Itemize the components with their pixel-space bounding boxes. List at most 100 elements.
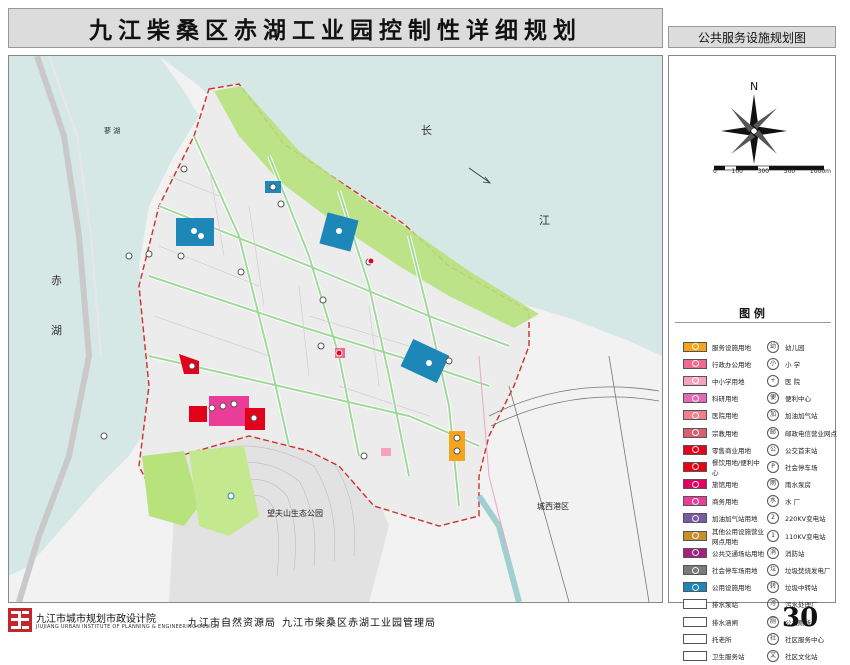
legend-item: 行政办公用地 <box>683 355 765 372</box>
legend-label: 加油加气站 <box>785 412 818 421</box>
scale-tick: 500 <box>783 168 796 175</box>
facility-marker[interactable] <box>188 362 196 370</box>
legend-swatch <box>683 410 707 421</box>
legend-label: 零售商业用地 <box>712 446 751 455</box>
legend-label: 服务设施用地 <box>712 343 751 352</box>
legend-symbol-icon: 水 <box>767 495 779 508</box>
facility-marker[interactable] <box>227 492 235 500</box>
legend-symbol-icon: 幼 <box>767 340 779 353</box>
legend-swatch <box>683 547 707 558</box>
facility-marker[interactable] <box>250 414 258 422</box>
legend-item: 垃垃圾焚烧发电厂 <box>765 561 847 578</box>
legend-label: 社会停车场用地 <box>712 567 758 576</box>
legend-divider <box>675 322 831 323</box>
legend-item: 2 220KV变电站 <box>765 510 847 527</box>
legend-item: 加油加气站用地 <box>683 510 765 527</box>
legend-symbol-icon: 便 <box>767 392 779 405</box>
legend-item: 医院用地 <box>683 407 765 424</box>
facility-marker[interactable] <box>453 447 461 455</box>
institute-logo-icon <box>8 608 32 632</box>
facility-marker[interactable] <box>445 357 453 365</box>
facility-marker[interactable] <box>453 434 461 442</box>
facility-marker[interactable] <box>335 349 343 357</box>
scale-tick: 100 <box>731 168 743 175</box>
facility-marker[interactable] <box>269 183 277 191</box>
legend-label: 便利中心 <box>785 395 811 404</box>
legend-item: 邮邮政电信营业网点 <box>765 424 847 441</box>
legend-swatch <box>683 496 707 507</box>
legend-label: 垃圾中转站 <box>785 584 818 593</box>
legend-label: 社区服务中心 <box>785 635 824 644</box>
label-chang: 长 <box>421 124 432 137</box>
scale-labels: 0 100 300 500 1000m <box>713 168 831 175</box>
legend-swatch <box>683 650 707 661</box>
legend-item: 零售商业用地 <box>683 441 765 458</box>
facility-marker[interactable] <box>197 232 205 240</box>
legend-symbol-icon: 转 <box>767 581 779 594</box>
legend-symbol-icon: 小 <box>767 357 779 370</box>
legend-symbol-icon: 垃 <box>767 564 779 577</box>
legend-label: 中小学用地 <box>712 377 745 386</box>
legend-item: 雨雨水泵房 <box>765 476 847 493</box>
legend-label: 公用设施用地 <box>712 584 751 593</box>
legend-symbol-icon: 邮 <box>767 426 779 439</box>
label-liao-lake: 蓼 湖 <box>104 126 120 135</box>
legend-label: 邮政电信营业网点 <box>785 429 837 438</box>
legend-label: 220KV变电站 <box>785 515 826 524</box>
legend-item: + 医 院 <box>765 372 847 389</box>
legend-item: 商务用地 <box>683 493 765 510</box>
legend-label: 公共交通场站用地 <box>712 549 764 558</box>
school-parcel <box>381 448 391 456</box>
legend-symbol-icon: 2 <box>767 512 779 525</box>
legend-item: 加加油加气站 <box>765 407 847 424</box>
legend-item: 科研用地 <box>683 390 765 407</box>
facility-marker[interactable] <box>190 227 198 235</box>
legend-symbol-icon: 厕 <box>767 615 779 628</box>
legend-symbol-icon: 雨 <box>767 478 779 491</box>
department-2: 九江市柴桑区赤湖工业园管理局 <box>282 618 436 629</box>
legend-swatch <box>683 341 707 352</box>
facility-marker[interactable] <box>145 250 153 258</box>
facility-marker[interactable] <box>177 252 185 260</box>
legend-swatch <box>683 513 707 524</box>
page-number: 30 <box>782 603 819 633</box>
legend-item: P 社会停车场 <box>765 458 847 475</box>
north-label: N <box>750 80 758 93</box>
legend-swatch <box>683 358 707 369</box>
legend-symbol-icon: 公 <box>767 443 779 456</box>
legend-symbol-icon: 消 <box>767 546 779 559</box>
facility-marker[interactable] <box>230 400 238 408</box>
facility-marker[interactable] <box>319 296 327 304</box>
legend-label: 医 院 <box>785 377 801 386</box>
facility-marker[interactable] <box>219 402 227 410</box>
facility-marker[interactable] <box>317 342 325 350</box>
facility-marker[interactable] <box>335 227 343 235</box>
map-canvas[interactable]: 长 江 赤 湖 蓼 湖 望夫山生态公园 城西港区 <box>8 55 663 603</box>
legend-label: 小 学 <box>785 360 801 369</box>
legend-item: 旅馆用地 <box>683 476 765 493</box>
legend-label: 排水涵闸 <box>712 618 738 627</box>
department-1: 九江市自然资源局 <box>188 618 276 629</box>
facility-marker[interactable] <box>277 200 285 208</box>
facility-marker[interactable] <box>100 432 108 440</box>
legend-item: 排水泵站 <box>683 596 765 613</box>
legend-label: 幼儿园 <box>785 343 805 352</box>
legend-item: 社会停车场用地 <box>683 561 765 578</box>
facility-marker[interactable] <box>425 359 433 367</box>
facility-marker[interactable] <box>208 404 216 412</box>
legend-item: 其他公用设施营业网点用地 <box>683 527 765 546</box>
label-park: 望夫山生态公园 <box>267 508 323 518</box>
facility-marker[interactable] <box>125 252 133 260</box>
facility-marker[interactable] <box>360 452 368 460</box>
business-parcel <box>209 396 249 426</box>
facility-marker[interactable] <box>180 165 188 173</box>
facility-marker[interactable] <box>237 268 245 276</box>
facility-marker[interactable] <box>367 257 375 265</box>
legend-item: 服务设施用地 <box>683 338 765 355</box>
legend-panel: N 0 100 300 500 1000m 图 例 服务设施用地行政办公用地中小… <box>668 55 837 662</box>
legend-swatch <box>683 633 707 644</box>
legend-swatch <box>683 479 707 490</box>
legend-label: 消防站 <box>785 549 805 558</box>
legend-title: 图 例 <box>739 307 765 320</box>
map-title: 九江柴桑区赤湖工业园控制性详细规划 <box>89 17 582 44</box>
